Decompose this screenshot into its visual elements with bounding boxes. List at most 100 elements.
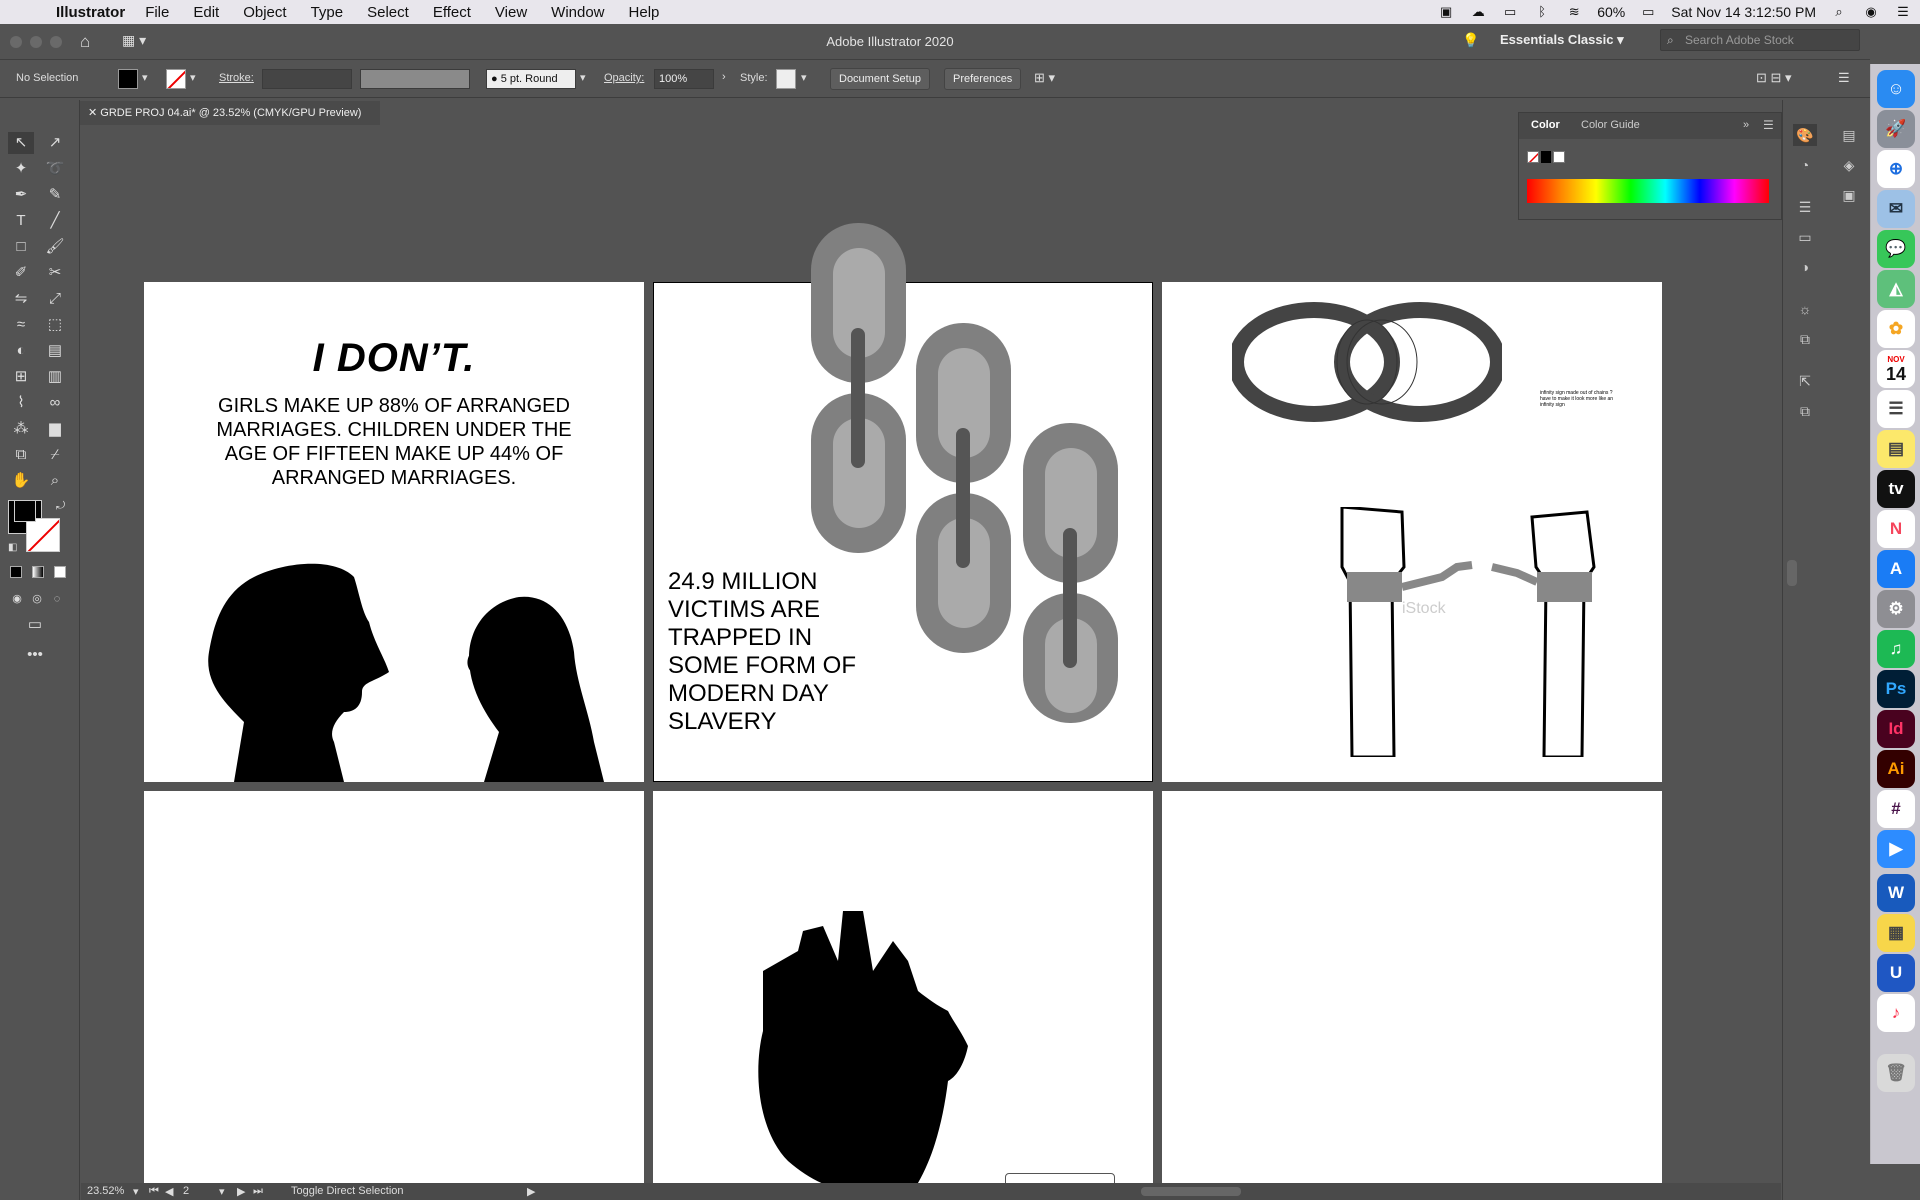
warp-tool-icon[interactable]: ≈ — [8, 314, 34, 336]
draw-inside-icon[interactable]: ◌ — [44, 588, 70, 610]
paintbrush-tool-icon[interactable]: 🖌 — [42, 236, 68, 258]
id-app[interactable]: Id — [1877, 710, 1915, 748]
fill-swatch[interactable] — [118, 69, 138, 89]
opacity-field[interactable]: 100% — [654, 69, 714, 89]
panel-menu-icon[interactable]: ☰ — [1838, 70, 1850, 86]
graphic-styles-icon[interactable]: ⧉ — [1793, 328, 1817, 350]
eyedropper-tool-icon[interactable]: ⌇ — [8, 392, 34, 414]
airplay-icon[interactable]: ▭ — [1501, 5, 1519, 19]
symbol-sprayer-tool-icon[interactable]: ⁂ — [8, 418, 34, 440]
bluetooth-icon[interactable]: ᛒ — [1533, 5, 1551, 19]
calendar-icon[interactable]: NOV 14 — [1877, 350, 1915, 388]
app-store-icon[interactable]: A — [1877, 550, 1915, 588]
vertical-scrollbar[interactable] — [1787, 560, 1797, 586]
export-panel-icon[interactable]: ⇱ — [1793, 370, 1817, 392]
status-menu-icon[interactable]: ▶ — [527, 1185, 535, 1198]
search-stock-input[interactable]: ⌕ Search Adobe Stock — [1660, 29, 1860, 51]
launchpad-icon[interactable]: 🚀 — [1877, 110, 1915, 148]
maps-icon[interactable]: ◭ — [1877, 270, 1915, 308]
menu-select[interactable]: Select — [355, 4, 421, 21]
graphic-style-swatch[interactable] — [776, 69, 796, 89]
document-tab[interactable]: ✕ GRDE PROJ 04.ai* @ 23.52% (CMYK/GPU Pr… — [80, 101, 380, 125]
zoom-icon[interactable]: ▶ — [1877, 830, 1915, 868]
messages-icon[interactable]: 💬 — [1877, 230, 1915, 268]
free-transform-tool-icon[interactable]: ⬚ — [42, 314, 68, 336]
system-preferences-icon[interactable]: ⚙ — [1877, 590, 1915, 628]
color-spectrum-bar[interactable] — [1527, 179, 1769, 203]
safari-icon[interactable]: ⊕ — [1877, 150, 1915, 188]
style-dropdown-icon[interactable]: ▾ — [801, 71, 807, 84]
libraries-panel-icon[interactable]: ▣ — [1837, 184, 1861, 206]
direct-selection-tool-icon[interactable]: ↗ — [42, 132, 68, 154]
menu-file[interactable]: File — [133, 4, 181, 21]
shape-builder-tool-icon[interactable]: ◐ — [8, 340, 34, 362]
curvature-tool-icon[interactable]: ✎ — [42, 184, 68, 206]
screen-mode-icon[interactable]: ▭ — [22, 614, 48, 636]
artboard-6[interactable] — [1162, 791, 1662, 1183]
news-icon[interactable]: N — [1877, 510, 1915, 548]
music-icon[interactable]: ♪ — [1877, 994, 1915, 1032]
black-swatch[interactable] — [1541, 151, 1551, 163]
hand-tool-icon[interactable]: ✋ — [8, 470, 34, 492]
canvas[interactable]: I DON’T. GIRLS MAKE UP 88% OF ARRANGED M… — [81, 128, 1781, 1183]
magic-wand-tool-icon[interactable]: ✦ — [8, 158, 34, 180]
zoom-dropdown-icon[interactable]: ▾ — [133, 1185, 139, 1198]
lasso-tool-icon[interactable]: ➰ — [42, 158, 68, 180]
brush-dropdown-icon[interactable]: ▾ — [580, 71, 586, 84]
collapse-panel-icon[interactable]: » — [1743, 119, 1749, 131]
tab-color-guide[interactable]: Color Guide — [1581, 119, 1640, 131]
default-colors-icon[interactable]: ◧ — [8, 542, 17, 553]
scissors-tool-icon[interactable]: ✂ — [42, 262, 68, 284]
horizontal-scrollbar[interactable] — [1141, 1187, 1241, 1196]
photos-icon[interactable]: ✿ — [1877, 310, 1915, 348]
clock[interactable]: Sat Nov 14 3:12:50 PM — [1671, 4, 1816, 20]
status-app-icon[interactable]: ▣ — [1437, 5, 1455, 19]
stroke-dropdown-icon[interactable]: ▾ — [190, 71, 196, 84]
artboard-1[interactable]: I DON’T. GIRLS MAKE UP 88% OF ARRANGED M… — [144, 282, 644, 782]
pen-tool-icon[interactable]: ✒ — [8, 184, 34, 206]
close-tab-icon[interactable]: ✕ — [88, 107, 100, 119]
shaper-tool-icon[interactable]: ✐ — [8, 262, 34, 284]
fill-color-front[interactable] — [14, 500, 36, 522]
stroke-swatch[interactable] — [166, 69, 186, 89]
zoom-level-field[interactable]: 23.52% — [87, 1185, 124, 1197]
last-artboard-icon[interactable]: ⏭ — [253, 1185, 263, 1198]
notes-icon[interactable]: ▤ — [1877, 430, 1915, 468]
preferences-button[interactable]: Preferences — [944, 68, 1022, 90]
transparency-panel-icon[interactable]: ◑ — [1793, 256, 1817, 278]
stroke-weight-field[interactable] — [262, 69, 352, 89]
line-tool-icon[interactable]: ╱ — [42, 210, 68, 232]
appearance-panel-icon[interactable]: ☼ — [1793, 298, 1817, 320]
none-swatch[interactable] — [1527, 151, 1539, 163]
color-guide-icon[interactable]: ◔ — [1793, 154, 1817, 176]
mesh-tool-icon[interactable]: ⊞ — [8, 366, 34, 388]
word-icon[interactable]: W — [1877, 874, 1915, 912]
arrange-icon[interactable]: ⊡ ⊟ ▾ — [1756, 70, 1792, 86]
gradient-mode-icon[interactable] — [32, 566, 44, 578]
stroke-label[interactable]: Stroke: — [219, 72, 254, 84]
stroke-color-box[interactable] — [26, 518, 60, 552]
previous-artboard-icon[interactable]: ◀ — [165, 1185, 173, 1198]
ai-app[interactable]: Ai — [1877, 750, 1915, 788]
siri-icon[interactable]: ◉ — [1862, 5, 1880, 19]
scale-tool-icon[interactable]: ⤢ — [42, 288, 68, 310]
spotlight-icon[interactable]: ⌕ — [1830, 5, 1848, 19]
type-tool-icon[interactable]: T — [8, 210, 34, 232]
next-artboard-icon[interactable]: ▶ — [237, 1185, 245, 1198]
slack-icon[interactable]: # — [1877, 790, 1915, 828]
menu-object[interactable]: Object — [231, 4, 298, 21]
ps-app[interactable]: Ps — [1877, 670, 1915, 708]
slice-tool-icon[interactable]: ⌿ — [42, 444, 68, 466]
artboard-navigation-widget[interactable] — [1005, 1173, 1115, 1183]
stickies-icon[interactable]: ▦ — [1877, 914, 1915, 952]
menu-type[interactable]: Type — [299, 4, 356, 21]
opacity-label[interactable]: Opacity: — [604, 72, 644, 84]
reminders-icon[interactable]: ☰ — [1877, 390, 1915, 428]
menu-edit[interactable]: Edit — [181, 4, 231, 21]
panel-options-icon[interactable]: ☰ — [1763, 118, 1774, 132]
edit-toolbar-icon[interactable]: ••• — [22, 644, 48, 666]
opacity-arrow-icon[interactable]: › — [722, 71, 726, 83]
graph-tool-icon[interactable]: ▆ — [42, 418, 68, 440]
variable-width-profile[interactable] — [360, 69, 470, 89]
color-panel-icon[interactable]: 🎨 — [1793, 124, 1817, 146]
